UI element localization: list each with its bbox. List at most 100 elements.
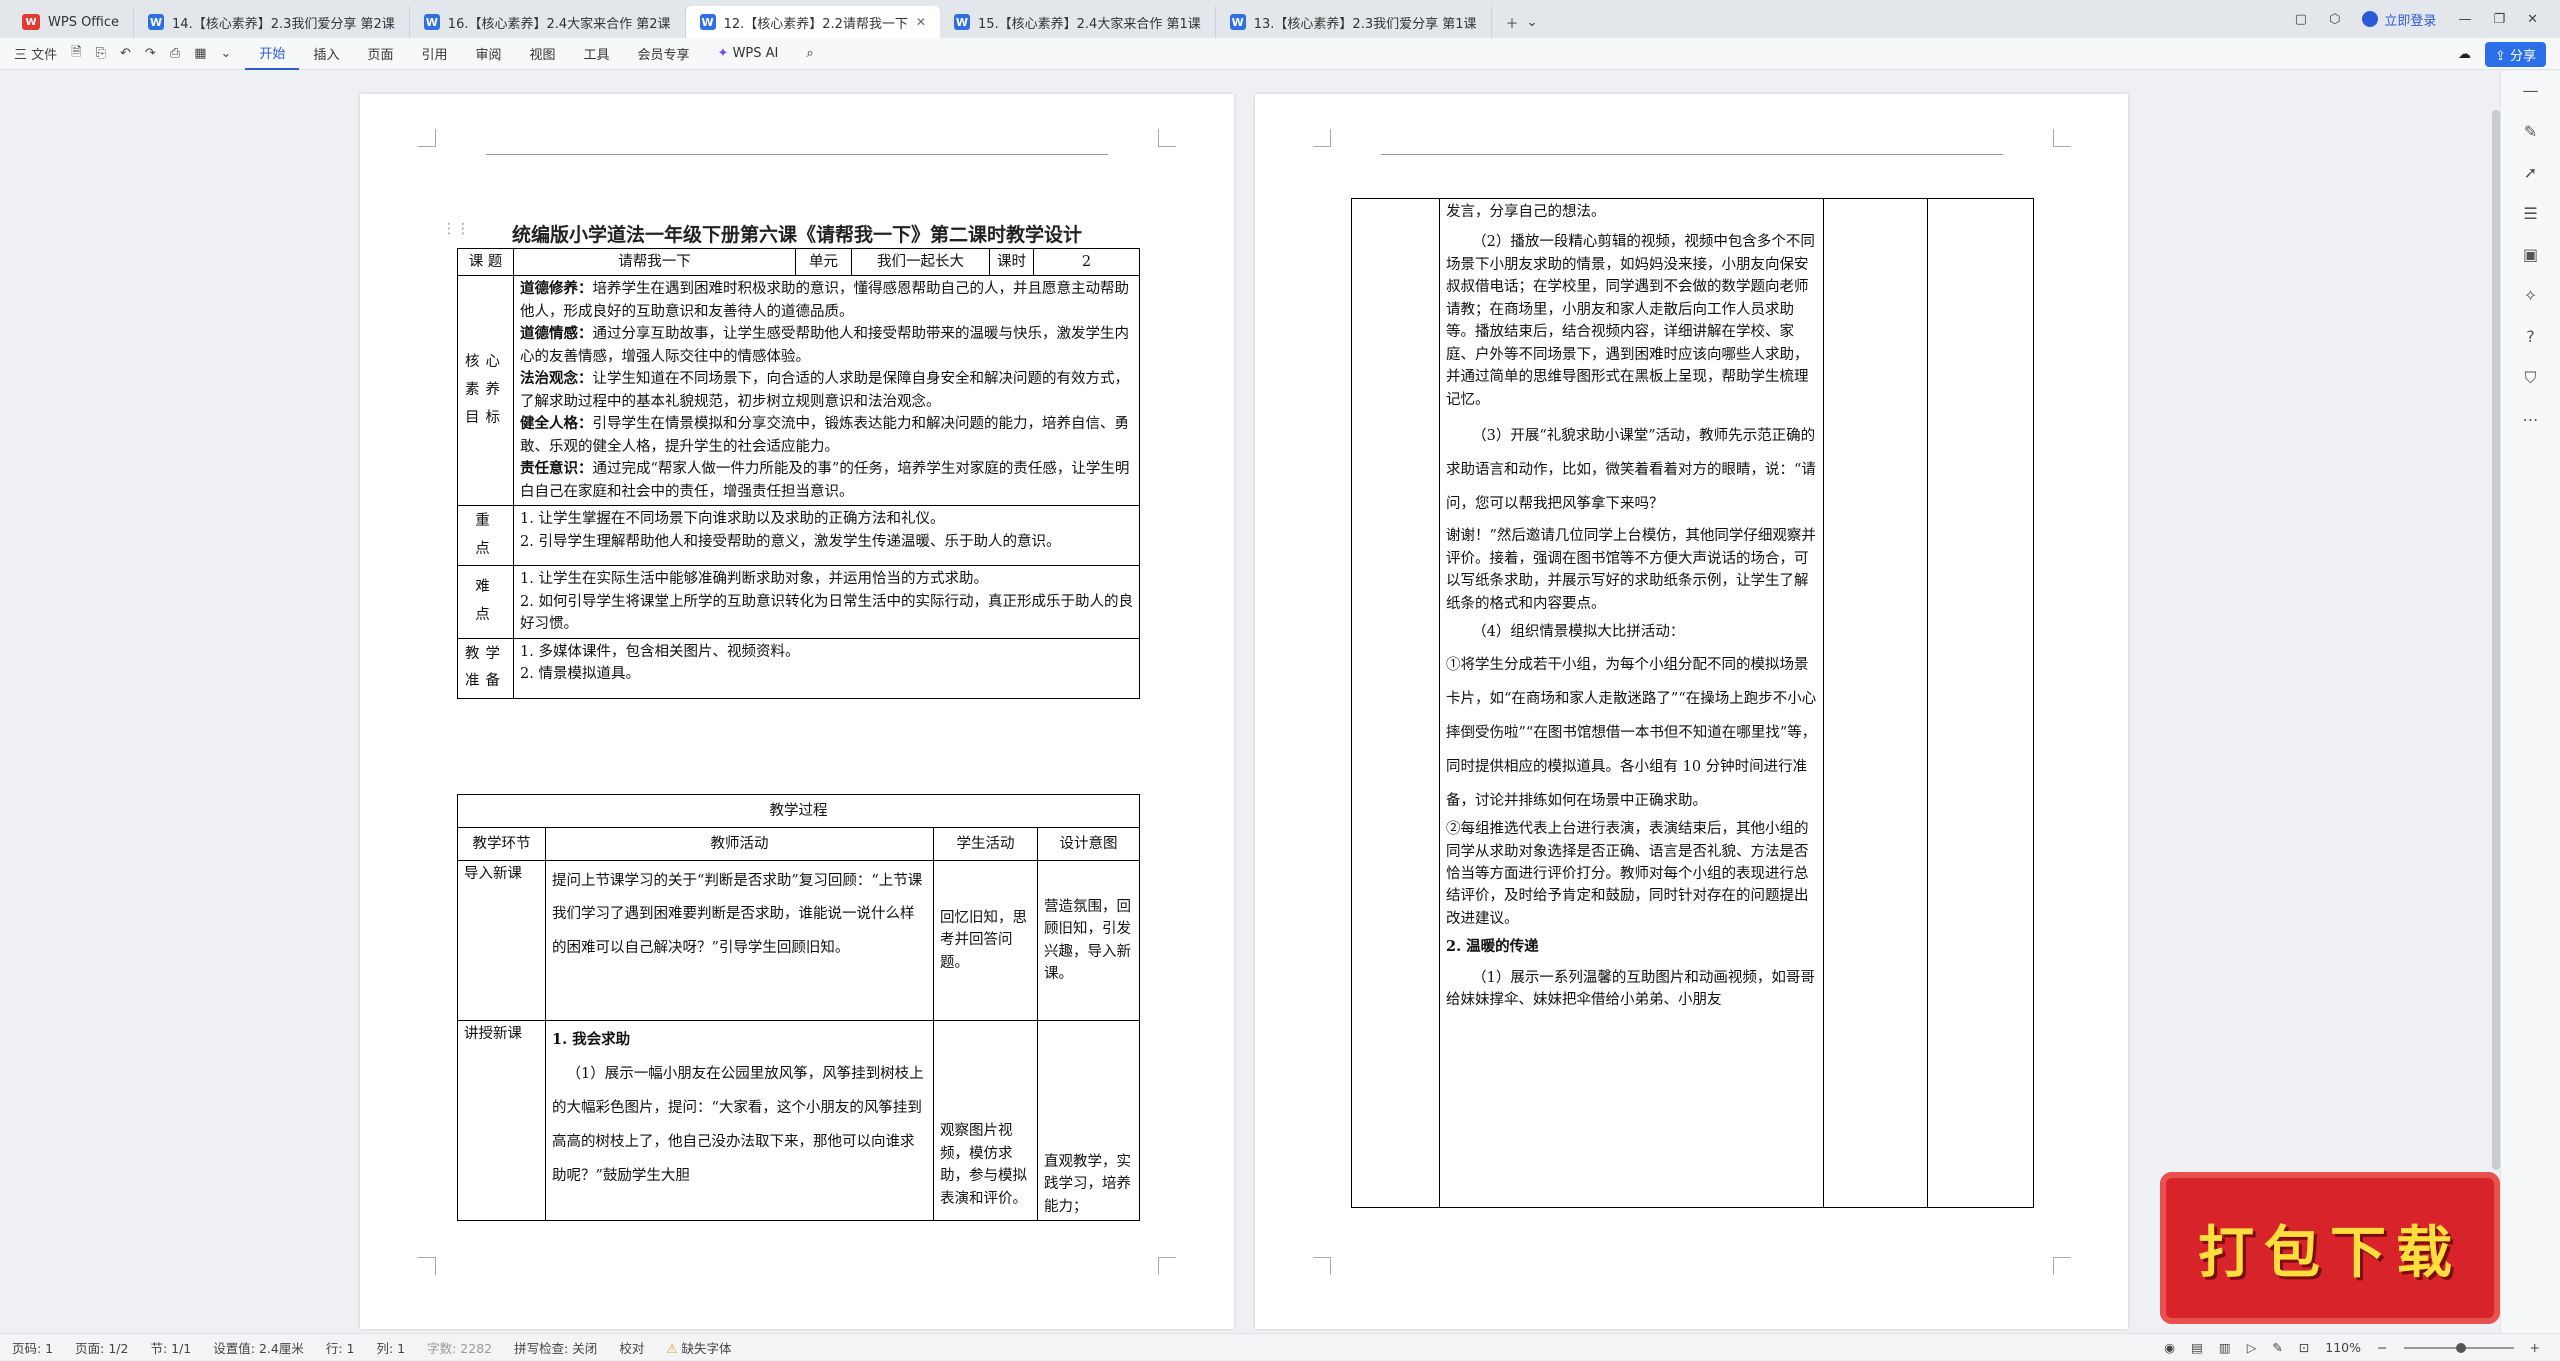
fit-icon[interactable]: ⊡ — [2299, 1340, 2309, 1355]
teacher-cell: 提问上节课学习的关于“判断是否求助”复习回顾：“上节课我们学习了遇到困难要判断是… — [545, 860, 934, 1021]
teacher-text: （1）展示一幅小朋友在公园里放风筝，风筝挂到树枝上的大幅彩色图片，提问：“大家看… — [552, 1066, 924, 1185]
core-goal-1: 道德修养：培养学生在遇到困难时积极求助的意识，懂得感恩帮助自己的人，并且愿意主动… — [520, 278, 1133, 323]
intent-cell: 营造氛围，回顾旧知，引发兴趣，导入新课。 — [1037, 860, 1140, 1021]
margin-corner — [1313, 1257, 1331, 1275]
margin-corner — [418, 129, 436, 147]
zoom-level[interactable]: 110% — [2325, 1340, 2361, 1355]
eye-icon[interactable]: ◉ — [2164, 1340, 2175, 1355]
prep-point: 1. 多媒体课件，包含相关图片、视频资料。 — [520, 643, 800, 660]
download-banner[interactable]: 打包下载 — [2160, 1172, 2500, 1324]
zoom-slider-knob[interactable] — [2455, 1342, 2466, 1353]
zoom-in-icon[interactable]: + — [2530, 1340, 2540, 1355]
magic-icon[interactable]: ✧ — [2524, 286, 2537, 305]
status-spell-check[interactable]: 拼写检查: 关闭 — [514, 1338, 597, 1357]
tab-doc-14[interactable]: W 14.【核心素养】2.3我们爱分享 第2课 — [134, 6, 410, 38]
status-line: 行: 1 — [325, 1340, 355, 1356]
format-painter-icon[interactable]: ▦ — [194, 46, 206, 61]
teaching-process-table-continued: 发言，分享自己的想法。 （2）播放一段精心剪辑的视频，视频中包含多个不同场景下小… — [1351, 198, 2034, 1208]
table-row: 讲授新课 1. 我会求助 （1）展示一幅小朋友在公园里放风筝，风筝挂到树枝上的大… — [457, 1020, 1140, 1221]
menu-tools[interactable]: 工具 — [570, 38, 624, 70]
teacher-text: （2）播放一段精心剪辑的视频，视频中包含多个不同场景下小朋友求助的情景，如妈妈没… — [1446, 234, 1815, 408]
tab-doc-16[interactable]: W 16.【核心素养】2.4大家来合作 第2课 — [410, 6, 686, 38]
missing-font-button[interactable]: ⚠ 缺失字体 — [666, 1338, 731, 1357]
cube-icon[interactable]: ⬡ — [2329, 12, 2340, 27]
close-icon[interactable]: ✕ — [916, 15, 926, 29]
ai-icon: ✦ — [717, 46, 733, 61]
close-window-icon[interactable]: ✕ — [2527, 12, 2538, 27]
menu-member[interactable]: 会员专享 — [624, 38, 704, 70]
goal-text: 引导学生在情景模拟和分享交流中，锻炼表达能力和解决问题的能力，培养自信、勇敢、乐… — [520, 416, 1129, 455]
status-word-count[interactable]: 字数: 2282 — [427, 1338, 492, 1357]
warning-icon: ⚠ — [666, 1340, 682, 1356]
cloud-icon[interactable]: ☁ — [2458, 47, 2471, 62]
wps-ai-button[interactable]: ✦ WPS AI — [704, 38, 793, 70]
vertical-scrollbar[interactable] — [2492, 110, 2500, 1170]
lesson-info-table: 课 题 请帮我一下 单元 我们一起长大 课时 2 核心素养目标 道德修养：培养学… — [457, 247, 1140, 699]
file-menu[interactable]: 三 文件 — [14, 44, 57, 63]
teacher-text: （3）开展“礼貌求助小课堂”活动，教师先示范正确的求助语言和动作，比如，微笑着看… — [1446, 428, 1816, 513]
cursor-icon[interactable]: ➚ — [2524, 163, 2537, 182]
core-label: 核心素养目标 — [457, 275, 514, 507]
chevron-down-icon[interactable]: ⌄ — [1527, 15, 1538, 30]
menu-reference[interactable]: 引用 — [407, 38, 461, 70]
tab-doc-12-active[interactable]: W 12.【核心素养】2.2请帮我一下 ✕ — [685, 6, 940, 38]
play-icon[interactable]: ▷ — [2247, 1340, 2257, 1355]
word-doc-icon: W — [148, 14, 165, 30]
status-pages[interactable]: 页面: 1/2 — [75, 1338, 128, 1357]
document-page-1[interactable]: ⋮⋮ 统编版小学道法一年级下册第六课《请帮我一下》第二课时教学设计 课 题 请帮… — [360, 94, 1234, 1329]
topic-key: 课 题 — [457, 247, 514, 277]
minimize-icon[interactable]: — — [2458, 12, 2471, 27]
minus-icon[interactable]: — — [2523, 81, 2539, 100]
key-point: 2. 引导学生理解帮助他人和接受帮助的意义，激发学生传递温暖、乐于助人的意识。 — [520, 533, 1061, 550]
web-view-icon[interactable]: ▥ — [2219, 1340, 2231, 1355]
margin-corner — [1158, 1257, 1176, 1275]
toolbar-right: ☁ ⇪ 分享 — [2458, 38, 2546, 70]
undo-icon[interactable]: ↶ — [120, 46, 131, 61]
export-icon[interactable]: ⎘ — [96, 46, 106, 61]
help-icon[interactable]: ? — [2526, 327, 2535, 346]
zoom-slider[interactable] — [2403, 1342, 2514, 1353]
page-view-icon[interactable]: ▤ — [2191, 1340, 2203, 1355]
difficulty-point: 1. 让学生在实际生活中能够准确判断求助对象，并运用恰当的方式求助。 — [520, 571, 988, 588]
shirt-icon[interactable]: ⛉ — [2524, 368, 2536, 388]
tab-wps-home[interactable]: W WPS Office — [8, 6, 135, 38]
menu-home[interactable]: 开始 — [245, 38, 300, 70]
topic-value: 请帮我一下 — [513, 247, 796, 277]
prep-point: 2. 情景模拟道具。 — [520, 666, 640, 683]
table-row: 发言，分享自己的想法。 （2）播放一段精心剪辑的视频，视频中包含多个不同场景下小… — [1351, 198, 2034, 1208]
tab-doc-15[interactable]: W 15.【核心素养】2.4大家来合作 第1课 — [940, 6, 1216, 38]
teacher-cell: 发言，分享自己的想法。 （2）播放一段精心剪辑的视频，视频中包含多个不同场景下小… — [1439, 198, 1824, 1208]
pen-icon[interactable]: ✎ — [2272, 1340, 2282, 1355]
settings-sliders-icon[interactable]: ☰ — [2523, 204, 2537, 223]
redo-icon[interactable]: ↷ — [145, 46, 156, 61]
teacher-text: 发言，分享自己的想法。 — [1446, 204, 1606, 220]
status-proof[interactable]: 校对 — [619, 1338, 644, 1357]
menu-view[interactable]: 视图 — [516, 38, 570, 70]
login-button[interactable]: 立即登录 — [2362, 10, 2436, 29]
save-icon[interactable]: 🗎 — [71, 43, 81, 65]
document-page-2[interactable]: 发言，分享自己的想法。 （2）播放一段精心剪辑的视频，视频中包含多个不同场景下小… — [1255, 94, 2128, 1329]
share-label: 分享 — [2509, 48, 2536, 64]
document-workspace[interactable]: ⋮⋮ 统编版小学道法一年级下册第六课《请帮我一下》第二课时教学设计 课 题 请帮… — [0, 71, 2500, 1333]
zoom-out-icon[interactable]: − — [2377, 1340, 2387, 1355]
print-icon[interactable]: ⎙ — [170, 46, 180, 61]
unit-key: 单元 — [795, 247, 852, 277]
restore-icon[interactable]: ❐ — [2493, 12, 2505, 27]
menu-insert[interactable]: 插入 — [299, 38, 353, 70]
image-icon[interactable]: ▣ — [2523, 245, 2538, 264]
window-layout-icon[interactable]: ▢ — [2295, 12, 2307, 27]
pen-icon[interactable]: ✎ — [2524, 122, 2537, 141]
chevron-down-icon[interactable]: ⌄ — [221, 46, 232, 61]
margin-corner — [418, 1257, 436, 1275]
goal-text: 通过分享互助故事，让学生感受帮助他人和接受帮助带来的温暖与快乐，激发学生内心的友… — [520, 326, 1129, 365]
tab-doc-13[interactable]: W 13.【核心素养】2.3我们爱分享 第1课 — [1216, 6, 1492, 38]
more-icon[interactable]: ⋯ — [2523, 410, 2539, 429]
share-button[interactable]: ⇪ 分享 — [2484, 41, 2546, 67]
new-tab-button[interactable]: ＋ ⌄ — [1492, 6, 1552, 38]
menu-review[interactable]: 审阅 — [461, 38, 515, 70]
menu-page[interactable]: 页面 — [353, 38, 407, 70]
section-heading: 2. 温暖的传递 — [1446, 938, 1539, 956]
search-icon[interactable]: ⌕ — [792, 38, 827, 70]
key-points: 1. 让学生掌握在不同场景下向谁求助以及求助的正确方法和礼仪。 2. 引导学生理… — [513, 505, 1140, 567]
prep-points: 1. 多媒体课件，包含相关图片、视频资料。 2. 情景模拟道具。 — [513, 637, 1140, 699]
